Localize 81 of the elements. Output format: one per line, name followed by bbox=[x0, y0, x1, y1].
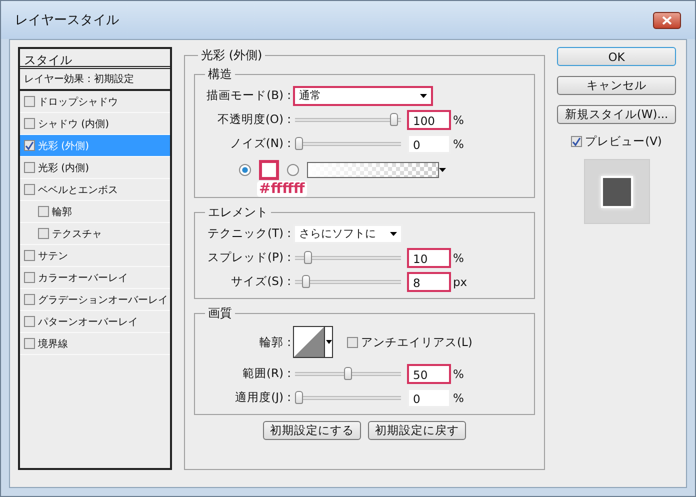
caret-icon[interactable] bbox=[439, 168, 446, 172]
slider-label: スプレッド(P) : bbox=[206, 250, 291, 265]
checkbox[interactable] bbox=[571, 136, 582, 147]
style-list-item[interactable]: 光彩 (内側) bbox=[20, 157, 170, 179]
slider-label: 不透明度(O) : bbox=[216, 112, 291, 127]
slider-thumb[interactable] bbox=[304, 251, 312, 264]
list-header: スタイル bbox=[20, 49, 170, 69]
unit-label: % bbox=[453, 390, 465, 404]
gradient-swatch[interactable] bbox=[307, 162, 439, 178]
value-field[interactable]: 0 bbox=[407, 134, 451, 154]
checkbox[interactable] bbox=[24, 338, 35, 349]
value-field[interactable]: 8 bbox=[407, 272, 451, 292]
style-list-item[interactable]: グラデーションオーバーレイ bbox=[20, 289, 170, 311]
checkbox[interactable] bbox=[24, 162, 35, 173]
checkbox[interactable] bbox=[24, 140, 35, 151]
style-list-item[interactable]: 輪郭 bbox=[20, 201, 170, 223]
close-icon bbox=[662, 16, 672, 24]
style-list-item[interactable]: ドロップシャドウ bbox=[20, 91, 170, 113]
radio-button[interactable] bbox=[287, 164, 299, 176]
style-list-item[interactable]: ベベルとエンボス bbox=[20, 179, 170, 201]
caret-icon bbox=[420, 94, 427, 98]
checkbox[interactable] bbox=[24, 272, 35, 283]
color-swatch[interactable] bbox=[259, 160, 279, 180]
caret-icon bbox=[324, 327, 332, 357]
unit-label: % bbox=[453, 136, 465, 150]
checkbox[interactable] bbox=[347, 336, 358, 348]
reset-button[interactable]: 初期設定にする bbox=[263, 421, 361, 440]
slider-thumb[interactable] bbox=[344, 367, 352, 380]
value-field[interactable]: 100 bbox=[407, 110, 451, 130]
radio-button[interactable] bbox=[239, 164, 251, 176]
contour-curve-icon bbox=[294, 327, 324, 357]
group-title: 構造 bbox=[207, 66, 233, 83]
value-field[interactable]: 10 bbox=[407, 248, 451, 268]
value-field[interactable]: 50 bbox=[407, 364, 451, 384]
anti-alias-label: アンチエイリアス(L) bbox=[361, 334, 472, 350]
slider-thumb[interactable] bbox=[295, 137, 303, 150]
preview-square-icon bbox=[600, 176, 632, 208]
group-title: 画質 bbox=[207, 305, 233, 322]
unit-label: % bbox=[453, 366, 465, 380]
checkbox[interactable] bbox=[24, 250, 35, 261]
slider-thumb[interactable] bbox=[302, 275, 310, 288]
checkbox[interactable] bbox=[24, 294, 35, 305]
contour-picker[interactable] bbox=[293, 326, 333, 358]
checkbox[interactable] bbox=[38, 228, 49, 239]
value-field[interactable]: 0 bbox=[407, 388, 451, 408]
preview-label: プレビュー(V) bbox=[585, 134, 662, 149]
checkbox[interactable] bbox=[24, 184, 35, 195]
dialog-button[interactable]: 新規スタイル(W)... bbox=[557, 105, 676, 124]
style-list-item[interactable]: テクスチャ bbox=[20, 223, 170, 245]
color-annotation: #ffffff bbox=[257, 181, 307, 197]
technique-label: テクニック(T) : bbox=[206, 226, 291, 241]
dialog-button[interactable]: OK bbox=[557, 47, 676, 66]
checkbox[interactable] bbox=[24, 316, 35, 327]
dialog-button[interactable]: キャンセル bbox=[557, 76, 676, 95]
blend-mode-label: 描画モード(B) : bbox=[206, 88, 291, 103]
style-list-item[interactable]: 境界線 bbox=[20, 333, 170, 355]
slider-label: ノイズ(N) : bbox=[228, 136, 291, 151]
caret-icon bbox=[390, 232, 397, 236]
slider-label: サイズ(S) : bbox=[230, 274, 291, 289]
reset-button[interactable]: 初期設定に戻す bbox=[368, 421, 466, 440]
style-list-item[interactable]: カラーオーバーレイ bbox=[20, 267, 170, 289]
slider-label: 適用度(J) : bbox=[234, 390, 291, 405]
group-title: エレメント bbox=[207, 204, 269, 221]
checkbox[interactable] bbox=[24, 118, 35, 129]
style-list-item[interactable]: パターンオーバーレイ bbox=[20, 311, 170, 333]
technique-dropdown[interactable]: さらにソフトに bbox=[293, 224, 403, 244]
slider-thumb[interactable] bbox=[390, 113, 398, 126]
blending-options-item[interactable]: レイヤー効果：初期設定 bbox=[20, 69, 170, 91]
slider-label: 範囲(R) : bbox=[242, 366, 291, 381]
window-title: レイヤースタイル bbox=[15, 12, 119, 29]
unit-label: % bbox=[453, 112, 465, 126]
checkbox[interactable] bbox=[24, 96, 35, 107]
unit-label: % bbox=[453, 250, 465, 264]
checkbox[interactable] bbox=[38, 206, 49, 217]
unit-label: px bbox=[453, 274, 468, 288]
style-list-item[interactable]: サテン bbox=[20, 245, 170, 267]
contour-label: 輪郭 : bbox=[258, 334, 291, 350]
slider-thumb[interactable] bbox=[295, 391, 303, 404]
close-button[interactable] bbox=[653, 12, 681, 28]
panel-title: 光彩 (外側) bbox=[200, 47, 264, 64]
blend-mode-dropdown[interactable]: 通常 bbox=[293, 86, 433, 106]
